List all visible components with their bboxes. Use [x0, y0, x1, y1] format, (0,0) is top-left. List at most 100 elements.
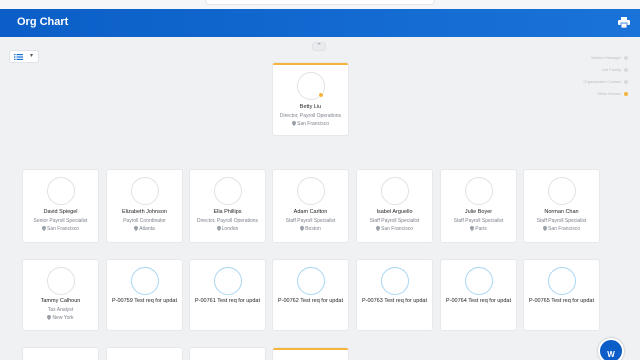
location-pin-icon [376, 226, 381, 231]
worker-location: San Francisco [23, 226, 98, 232]
worker-name: Isabel Arguello [376, 209, 413, 215]
location-pin-icon [292, 121, 297, 126]
page-title: Org Chart [17, 16, 69, 28]
worker-card[interactable]: Adam Carlton Staff Payroll Specialist Bo… [273, 170, 348, 242]
location-pin-icon [216, 226, 221, 231]
worker-location: San Francisco [357, 226, 432, 232]
worker-card[interactable]: Isabel Arguello Staff Payroll Specialist… [357, 170, 432, 242]
legend-label: Other Worker [597, 91, 621, 96]
legend-label: Job Family [601, 67, 621, 72]
worker-location: London [190, 226, 265, 232]
page-header: Org Chart [0, 9, 640, 37]
cloud-icon [130, 267, 159, 295]
location-pin-icon [47, 315, 52, 320]
worker-card[interactable] [107, 348, 182, 360]
worker-name: Ella Phillips [213, 209, 242, 215]
location-pin-icon [134, 226, 139, 231]
legend-dot [624, 92, 628, 96]
legend-label: Organization Contact [583, 79, 621, 84]
location-pin-icon [300, 226, 305, 231]
cloud-shape [386, 273, 404, 285]
worker-name: Tammy Calhoun [40, 298, 81, 304]
position-card[interactable]: P-00765 Test req for updat [524, 260, 599, 330]
position-card[interactable]: P-00764 Test req for updat [441, 260, 516, 330]
assistant-label: W [607, 350, 615, 359]
printer-icon[interactable] [618, 17, 630, 28]
list-view-icon [14, 54, 23, 60]
manager-card[interactable]: Betty Liu Director, Payroll Operations S… [273, 63, 348, 135]
worker-location: Paris [441, 226, 516, 232]
worker-location: San Francisco [273, 121, 348, 127]
avatar [296, 177, 325, 205]
location-text: London [221, 226, 239, 232]
legend: Worker Manager Job Family Organization C… [548, 53, 628, 101]
cloud-icon [547, 267, 576, 295]
location-text: San Francisco [548, 226, 580, 232]
worker-card[interactable]: Norman Chan Staff Payroll Specialist San… [524, 170, 599, 242]
location-pin-icon [470, 226, 475, 231]
avatar [213, 177, 242, 205]
avatar [46, 267, 75, 295]
worker-location: Boston [273, 226, 348, 232]
worker-role: Staff Payroll Specialist [285, 218, 336, 224]
worker-role: Tax Analyst [47, 307, 74, 313]
location-text: Boston [305, 226, 321, 232]
worker-role: Staff Payroll Specialist [369, 218, 420, 224]
legend-item[interactable]: Other Worker [548, 89, 628, 99]
avatar [130, 177, 159, 205]
worker-location: New York [23, 315, 98, 321]
worker-name: Norman Chan [544, 209, 579, 215]
position-name: P-00759 Test req for updat [111, 298, 178, 304]
cloud-icon [380, 267, 409, 295]
position-card[interactable]: P-00763 Test req for updat [357, 260, 432, 330]
legend-item[interactable]: Organization Contact [548, 77, 628, 87]
worker-name: Elizabeth Johnson [122, 209, 167, 215]
worker-card[interactable]: Ella Phillips Director, Payroll Operatio… [190, 170, 265, 242]
position-name: P-00762 Test req for updat [277, 298, 344, 304]
location-text: New York [52, 315, 74, 321]
status-badge [318, 92, 324, 98]
cloud-shape [470, 273, 488, 285]
worker-role: Director, Payroll Operations [196, 218, 259, 224]
view-toggle-button[interactable]: ▾ [9, 50, 39, 63]
location-pin-icon [42, 226, 47, 231]
cloud-icon [213, 267, 242, 295]
worker-role: Senior Payroll Specialist [33, 218, 88, 224]
position-name: P-00764 Test req for updat [445, 298, 512, 304]
location-pin-icon [543, 226, 548, 231]
worker-role: Staff Payroll Specialist [453, 218, 504, 224]
location-text: San Francisco [47, 226, 79, 232]
position-card[interactable]: P-00761 Test req for updat [190, 260, 265, 330]
collapse-up-button[interactable]: ⌃ [312, 42, 326, 51]
cloud-shape [553, 273, 571, 285]
browser-top-strip [0, 0, 640, 9]
position-card[interactable]: P-00762 Test req for updat [273, 260, 348, 330]
legend-item[interactable]: Worker Manager [548, 53, 628, 63]
cloud-shape [136, 273, 154, 285]
worker-role: Payroll Coordinator [123, 218, 166, 224]
worker-name: Julie Boyer [464, 209, 493, 215]
position-name: P-00765 Test req for updat [528, 298, 595, 304]
legend-item[interactable]: Job Family [548, 65, 628, 75]
avatar [46, 177, 75, 205]
avatar [380, 177, 409, 205]
workday-assistant-button[interactable]: W [598, 338, 624, 360]
cloud-icon [296, 267, 325, 295]
worker-card[interactable]: Julie Boyer Staff Payroll Specialist Par… [441, 170, 516, 242]
avatar [547, 177, 576, 205]
legend-dot [624, 80, 628, 84]
worker-card[interactable] [190, 348, 265, 360]
location-text: San Francisco [381, 226, 413, 232]
position-name: P-00763 Test req for updat [361, 298, 428, 304]
worker-card[interactable]: Elizabeth Johnson Payroll Coordinator At… [107, 170, 182, 242]
worker-name: David Spiegel [43, 209, 78, 215]
location-text: Paris [475, 226, 487, 232]
worker-card[interactable] [23, 348, 98, 360]
search-bar-edge [205, 0, 435, 5]
worker-card[interactable] [273, 348, 348, 360]
position-card[interactable]: P-00759 Test req for updat [107, 260, 182, 330]
worker-card[interactable]: Tammy Calhoun Tax Analyst New York [23, 260, 98, 330]
worker-card[interactable]: David Spiegel Senior Payroll Specialist … [23, 170, 98, 242]
position-name: P-00761 Test req for updat [194, 298, 261, 304]
worker-role: Director, Payroll Operations [279, 113, 342, 119]
